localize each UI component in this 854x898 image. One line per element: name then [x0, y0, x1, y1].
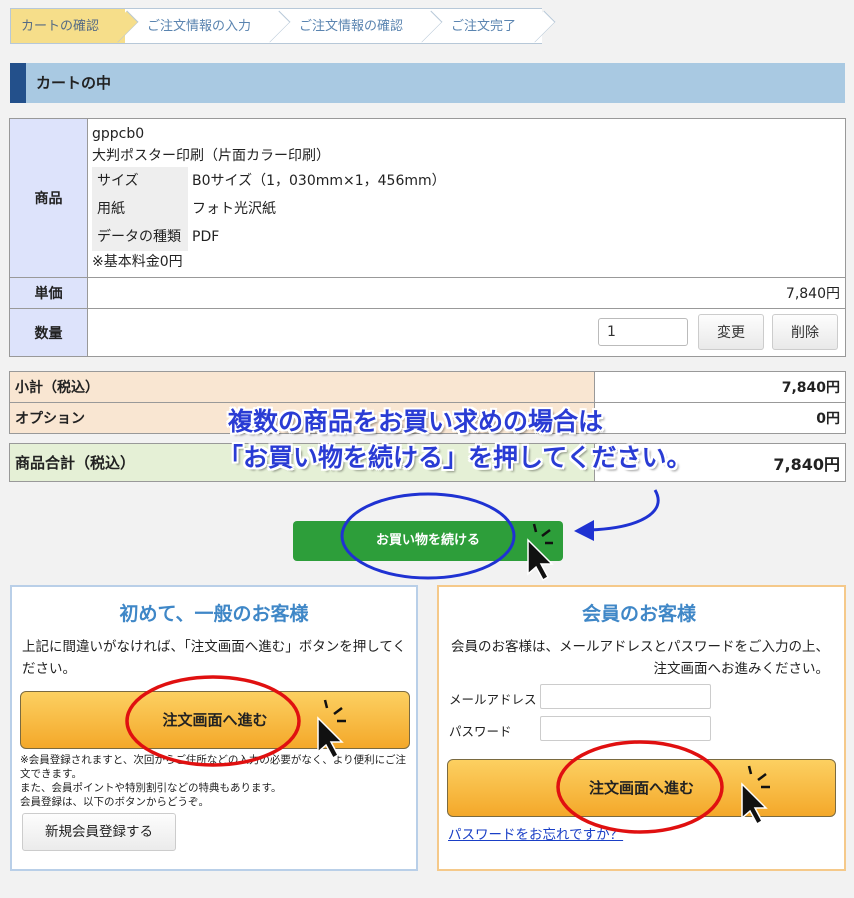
- guest-register-note: ※会員登録されますと、次回からご住所などの入力の必要がなく、より便利にご注文でき…: [20, 753, 412, 809]
- register-button[interactable]: 新規会員登録する: [22, 813, 176, 851]
- instruction-callout: 複数の商品をお買い求めの場合は 「お買い物を続ける」を押してください。: [218, 404, 778, 476]
- product-name: 大判ポスター印刷（片面カラー印刷）: [92, 148, 330, 164]
- spec-value: PDF: [192, 229, 220, 245]
- step-order-input: ご注文情報の入力: [125, 8, 278, 44]
- arrow-head-icon: [574, 520, 594, 541]
- spec-value: B0サイズ（1，030mm×1，456mm）: [192, 173, 446, 189]
- quantity-cell: 変更 削除: [87, 308, 846, 357]
- forgot-password-link[interactable]: パスワードをお忘れですか？: [448, 823, 623, 843]
- step-cart-confirm: カートの確認: [10, 8, 126, 44]
- member-description: 会員のお客様は、メールアドレスとパスワードをご入力の上、注文画面へお進みください…: [451, 639, 829, 677]
- password-field[interactable]: [540, 716, 711, 741]
- product-header: 商品: [9, 118, 88, 278]
- header-accent-bar: [10, 63, 26, 103]
- spec-row: データの種類 PDF: [92, 223, 839, 251]
- quantity-input[interactable]: [598, 318, 688, 346]
- unit-price-value: 7,840円: [87, 277, 846, 309]
- member-panel-title: 会員のお客様: [581, 603, 696, 625]
- spec-key: サイズ: [92, 167, 188, 195]
- guest-description: 上記に間違いがなければ、「注文画面へ進む」ボタンを押してください。: [22, 639, 406, 677]
- checkout-steps: カートの確認 ご注文情報の入力 ご注文情報の確認 ご注文完了: [10, 8, 543, 44]
- base-fee-note: ※基本料金0円: [92, 254, 183, 270]
- callout-line-2: 「お買い物を続ける」を押してください。: [218, 443, 692, 472]
- member-panel: 会員のお客様 会員のお客様は、メールアドレスとパスワードをご入力の上、注文画面へ…: [437, 585, 846, 871]
- note-line: 会員登録は、以下のボタンからどうぞ。: [20, 796, 209, 808]
- section-header: カートの中: [10, 63, 845, 103]
- cart-table: 商品 gppcb0 大判ポスター印刷（片面カラー印刷） サイズ B0サイズ（1，…: [9, 118, 846, 357]
- subtotal-label: 小計（税込）: [9, 371, 595, 403]
- continue-shopping-button[interactable]: お買い物を続ける: [293, 521, 563, 561]
- guest-order-button[interactable]: 注文画面へ進む: [20, 691, 410, 749]
- spec-row: 用紙 フォト光沢紙: [92, 195, 839, 223]
- spec-key: データの種類: [92, 223, 188, 251]
- email-field[interactable]: [540, 684, 711, 709]
- spec-value: フォト光沢紙: [192, 201, 276, 217]
- step-order-confirm: ご注文情報の確認: [277, 8, 430, 44]
- spec-key: 用紙: [92, 195, 188, 223]
- guest-panel: 初めて、一般のお客様 上記に間違いがなければ、「注文画面へ進む」ボタンを押してく…: [10, 585, 418, 871]
- change-quantity-button[interactable]: 変更: [698, 314, 764, 350]
- quantity-header: 数量: [9, 308, 88, 357]
- subtotal-value: 7,840円: [594, 371, 846, 403]
- note-line: ※会員登録されますと、次回からご住所などの入力の必要がなく、より便利にご注文でき…: [20, 754, 406, 780]
- guest-panel-title: 初めて、一般のお客様: [119, 603, 309, 625]
- section-title: カートの中: [36, 74, 112, 92]
- product-code: gppcb0: [92, 126, 145, 142]
- callout-line-1: 複数の商品をお買い求めの場合は: [228, 407, 604, 436]
- note-line: また、会員ポイントや特別割引などの特典もあります。: [20, 782, 282, 794]
- spec-row: サイズ B0サイズ（1，030mm×1，456mm）: [92, 167, 839, 195]
- product-detail: gppcb0 大判ポスター印刷（片面カラー印刷） サイズ B0サイズ（1，030…: [87, 118, 846, 278]
- curved-arrow-icon: [589, 489, 660, 532]
- email-label: メールアドレス: [449, 692, 537, 707]
- step-order-complete: ご注文完了: [429, 8, 543, 44]
- delete-item-button[interactable]: 削除: [772, 314, 838, 350]
- member-order-button[interactable]: 注文画面へ進む: [447, 759, 836, 817]
- password-label: パスワード: [449, 724, 512, 739]
- unit-price-header: 単価: [9, 277, 88, 309]
